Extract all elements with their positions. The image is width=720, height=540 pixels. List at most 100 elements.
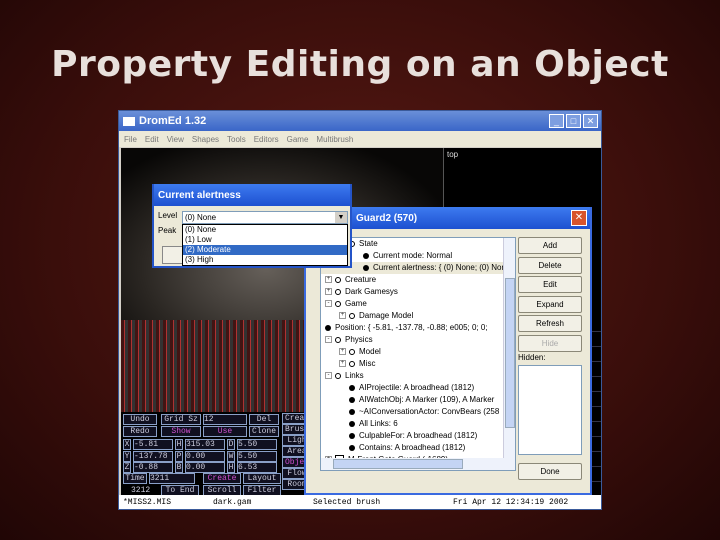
- vertical-scrollbar[interactable]: [503, 238, 515, 460]
- tree-node[interactable]: All Links: 6: [321, 418, 515, 430]
- bank-field[interactable]: 0.00: [185, 462, 225, 473]
- tree-node[interactable]: AIWatchObj: A Marker (109), A Marker: [321, 394, 515, 406]
- property-dot-icon: [363, 264, 369, 271]
- title-bar: DromEd 1.32: [119, 111, 601, 131]
- wireframe-viewport[interactable]: [121, 320, 311, 412]
- show-button[interactable]: Show: [161, 426, 201, 437]
- z-field[interactable]: -0.88: [133, 462, 173, 473]
- tree-node[interactable]: - Links: [321, 370, 515, 382]
- tree-node[interactable]: + Model: [321, 346, 515, 358]
- expand-icon[interactable]: +: [339, 312, 346, 320]
- app-icon: [123, 116, 135, 126]
- pitch-field[interactable]: 0.00: [185, 451, 225, 462]
- level-option[interactable]: (3) High: [183, 255, 347, 265]
- property-dot-icon: [349, 420, 355, 427]
- grid-size-label: Grid Sz: [161, 414, 201, 425]
- expand-icon[interactable]: +: [339, 360, 346, 368]
- menu-editors[interactable]: Editors: [254, 135, 279, 144]
- level-label: Level: [158, 211, 178, 220]
- property-dot-icon: [349, 396, 355, 403]
- menu-tools[interactable]: Tools: [227, 135, 246, 144]
- tree-node[interactable]: + Creature: [321, 274, 515, 286]
- minimize-button[interactable]: _: [549, 114, 564, 128]
- menu-shapes[interactable]: Shapes: [192, 135, 219, 144]
- expand-icon[interactable]: +: [325, 276, 332, 284]
- tree-node[interactable]: + Damage Model: [321, 310, 515, 322]
- collapse-icon[interactable]: -: [325, 336, 332, 344]
- chevron-down-icon[interactable]: ▼: [335, 212, 347, 223]
- property-dot-icon: [325, 324, 331, 331]
- y-field[interactable]: -137.78: [133, 451, 173, 462]
- grid-size-field[interactable]: 12: [203, 414, 247, 425]
- tree-node-label: ~AIConversationActor: ConvBears (258: [359, 407, 500, 416]
- edit-button[interactable]: Edit: [518, 276, 582, 293]
- add-button[interactable]: Add: [518, 237, 582, 254]
- maximize-button[interactable]: □: [566, 114, 581, 128]
- refresh-button[interactable]: Refresh: [518, 315, 582, 332]
- tree-node[interactable]: ~AIConversationActor: ConvBears (258: [321, 406, 515, 418]
- tree-node[interactable]: CulpableFor: A broadhead (1812): [321, 430, 515, 442]
- slide-title: Property Editing on an Object: [51, 44, 669, 85]
- menu-multibrush[interactable]: Multibrush: [316, 135, 353, 144]
- hide-button[interactable]: Hide: [518, 334, 582, 352]
- collapse-icon[interactable]: -: [325, 372, 332, 380]
- collapse-icon[interactable]: -: [325, 300, 332, 308]
- category-ring-icon: [349, 312, 355, 319]
- tree-node[interactable]: - Game: [321, 298, 515, 310]
- tree-node-label: Position: { -5.81, -137.78, -0.88; e005;…: [335, 323, 488, 332]
- heading-field[interactable]: 315.03: [185, 439, 225, 450]
- tree-node[interactable]: - Physics: [321, 334, 515, 346]
- property-tree[interactable]: State Current mode: Normal Current alertne…: [320, 237, 516, 471]
- y-label: Y: [123, 451, 131, 462]
- level-option[interactable]: (0) None: [183, 225, 347, 235]
- horizontal-scrollbar[interactable]: [321, 458, 515, 470]
- tree-node-label: State: [359, 239, 378, 248]
- tree-node-label: AIProjectile: A broadhead (1812): [359, 383, 475, 392]
- z-label: Z: [123, 462, 131, 473]
- clone-button[interactable]: Clone: [249, 426, 279, 437]
- hidden-list[interactable]: [518, 365, 582, 455]
- expand-icon[interactable]: +: [339, 348, 346, 356]
- tree-node[interactable]: + Dark Gamesys: [321, 286, 515, 298]
- alertness-dialog: Current alertness Level Peak (0) None ▼ (…: [152, 184, 352, 268]
- tree-node-label: Physics: [345, 335, 373, 344]
- x-field[interactable]: -5.81: [133, 439, 173, 450]
- level-option[interactable]: (2) Moderate: [183, 245, 347, 255]
- menu-view[interactable]: View: [167, 135, 184, 144]
- property-dot-icon: [349, 408, 355, 415]
- d-field[interactable]: 5.50: [237, 439, 277, 450]
- category-ring-icon: [335, 372, 341, 379]
- time-field[interactable]: 3211: [149, 473, 195, 484]
- tree-node[interactable]: Contains: A broadhead (1812): [321, 442, 515, 454]
- undo-button[interactable]: Undo: [123, 414, 157, 425]
- h-field[interactable]: 6.53: [237, 462, 277, 473]
- layout-button[interactable]: Layout: [243, 473, 281, 484]
- redo-button[interactable]: Redo: [123, 426, 157, 437]
- del-button[interactable]: Del: [249, 414, 279, 425]
- category-ring-icon: [335, 300, 341, 307]
- w-field[interactable]: 5.50: [237, 451, 277, 462]
- tree-node-label: Links: [345, 371, 364, 380]
- tree-node-label: CulpableFor: A broadhead (1812): [359, 431, 478, 440]
- expand-icon[interactable]: +: [325, 288, 332, 296]
- menu-game[interactable]: Game: [287, 135, 309, 144]
- level-option[interactable]: (1) Low: [183, 235, 347, 245]
- expand-button[interactable]: Expand: [518, 295, 582, 313]
- done-button[interactable]: Done: [518, 463, 582, 480]
- w-label: W: [227, 451, 235, 462]
- tree-node[interactable]: AIProjectile: A broadhead (1812): [321, 382, 515, 394]
- delete-button[interactable]: Delete: [518, 256, 582, 274]
- use-button[interactable]: Use: [203, 426, 247, 437]
- close-button[interactable]: ✕: [583, 114, 598, 128]
- menu-edit[interactable]: Edit: [145, 135, 159, 144]
- create-button[interactable]: Create: [203, 473, 241, 484]
- close-icon[interactable]: ✕: [571, 210, 587, 226]
- menu-file[interactable]: File: [124, 135, 137, 144]
- tree-node[interactable]: + Misc: [321, 358, 515, 370]
- category-ring-icon: [335, 336, 341, 343]
- tree-node[interactable]: Position: { -5.81, -137.78, -0.88; e005;…: [321, 322, 515, 334]
- status-bar: *MISS2.MIS dark.gam Selected brush Fri A…: [119, 495, 601, 509]
- tree-node-label: Dark Gamesys: [345, 287, 398, 296]
- hidden-label: Hidden:: [518, 353, 546, 362]
- level-select[interactable]: (0) None ▼: [182, 211, 348, 224]
